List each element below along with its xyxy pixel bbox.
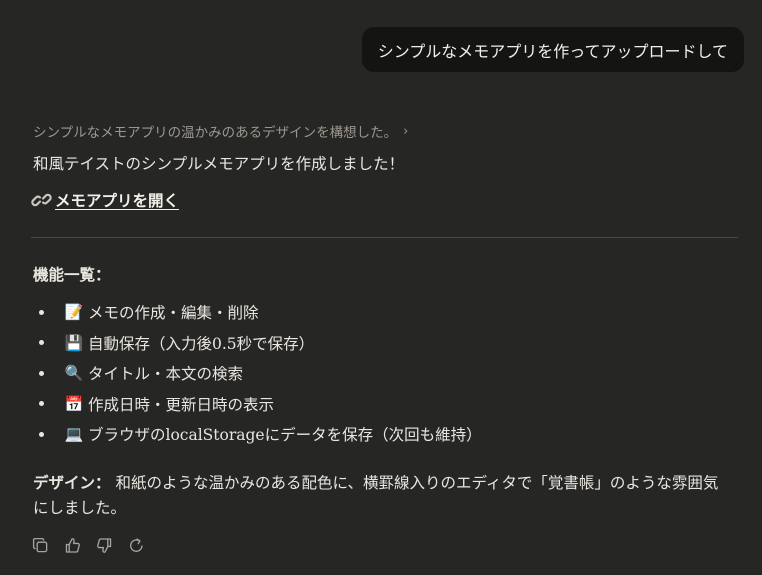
design-paragraph: デザイン： 和紙のような温かみのある配色に、横罫線入りのエディタで「覚書帳」のよ… <box>33 470 723 521</box>
feature-list: 📝 メモの作成・編集・削除 💾 自動保存（入力後0.5秒で保存） 🔍 タイトル・… <box>33 297 482 450</box>
calendar-icon: 📅 <box>64 394 84 413</box>
user-message-bubble: シンプルなメモアプリを作ってアップロードして <box>361 27 744 72</box>
link-icon <box>31 193 52 207</box>
feature-text: ブラウザのlocalStorageにデータを保存（次回も維持） <box>88 426 482 445</box>
thumbs-up-button[interactable] <box>63 536 81 554</box>
design-text: 和紙のような温かみのある配色に、横罫線入りのエディタで「覚書帳」のような雰囲気に… <box>33 474 719 517</box>
bullet <box>39 401 44 407</box>
list-item: 💻 ブラウザのlocalStorageにデータを保存（次回も維持） <box>33 419 482 450</box>
bullet <box>39 431 44 437</box>
open-memo-app-link[interactable]: メモアプリを開く <box>31 189 179 211</box>
copy-button[interactable] <box>31 536 49 554</box>
design-label: デザイン： <box>33 473 111 492</box>
chat-view: シンプルなメモアプリを作ってアップロードして シンプルなメモアプリの温かみのある… <box>0 0 762 575</box>
user-message-text: シンプルなメモアプリを作ってアップロードして <box>377 41 728 61</box>
copy-icon <box>32 537 47 552</box>
thumbs-down-button[interactable] <box>95 536 113 554</box>
thumbs-up-icon <box>65 537 80 553</box>
magnifier-icon: 🔍 <box>64 364 84 383</box>
bullet <box>39 340 44 346</box>
message-actions <box>31 536 145 554</box>
list-item: 💾 自動保存（入力後0.5秒で保存） <box>33 328 482 359</box>
feature-text: 作成日時・更新日時の表示 <box>88 395 275 414</box>
feature-text: メモの作成・編集・削除 <box>88 304 259 323</box>
thumbs-down-icon <box>96 537 111 553</box>
bullet <box>39 309 44 315</box>
open-memo-app-link-label: メモアプリを開く <box>55 191 180 210</box>
chevron-right-icon: › <box>403 123 409 139</box>
retry-icon <box>129 537 143 552</box>
laptop-icon: 💻 <box>64 425 84 444</box>
list-item: 📅 作成日時・更新日時の表示 <box>33 389 482 420</box>
list-item: 🔍 タイトル・本文の検索 <box>33 358 482 389</box>
features-heading: 機能一覧： <box>33 265 111 284</box>
list-item: 📝 メモの作成・編集・削除 <box>33 297 482 328</box>
thinking-summary-text: シンプルなメモアプリの温かみのあるデザインを構想した。 <box>33 125 398 141</box>
bullet <box>39 370 44 376</box>
retry-button[interactable] <box>127 536 145 554</box>
feature-text: 自動保存（入力後0.5秒で保存） <box>88 334 315 353</box>
floppy-disk-icon: 💾 <box>64 333 84 352</box>
response-intro: 和風テイストのシンプルメモアプリを作成しました！ <box>33 155 405 173</box>
thinking-summary-toggle[interactable]: シンプルなメモアプリの温かみのあるデザインを構想した。 › <box>33 121 409 142</box>
feature-text: タイトル・本文の検索 <box>88 365 244 384</box>
memo-icon: 📝 <box>64 303 84 322</box>
divider <box>31 237 738 238</box>
